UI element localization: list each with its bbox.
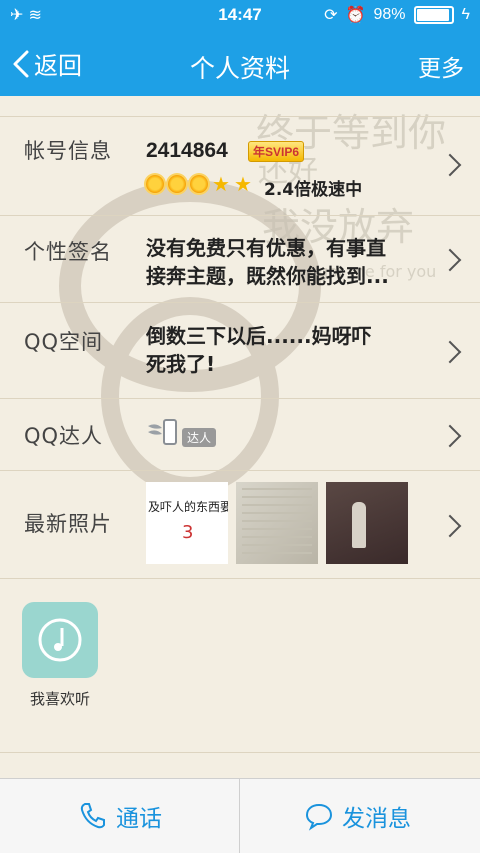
page-title: 个人资料 — [189, 54, 290, 83]
call-button[interactable]: 通话 — [78, 799, 162, 833]
photo-strip: 及吓人的东西要 3 — [146, 482, 408, 564]
chevron-right-icon — [438, 424, 462, 448]
sun-icon — [168, 175, 186, 193]
status-right: ⟳ ⏰ 98% ϟ — [324, 5, 470, 25]
rotation-lock-icon: ⟳ — [324, 7, 338, 24]
chevron-right-icon — [438, 340, 462, 364]
profile-content[interactable]: 终于等到你 还好 我没放弃 got me for you 帐号信息 241486… — [0, 96, 480, 778]
photo-thumbnail[interactable] — [326, 482, 408, 564]
account-info-label: 帐号信息 — [24, 139, 112, 163]
account-number: 2414864 — [146, 139, 228, 162]
signature-row[interactable]: 个性签名 没有免费只有优惠，有事直 接奔主题，既然你能找到... — [0, 214, 480, 303]
sun-icon — [146, 175, 164, 193]
battery-icon — [413, 6, 454, 24]
signature-line-1: 没有免费只有优惠，有事直 — [146, 236, 386, 260]
music-app-icon[interactable] — [22, 602, 98, 678]
phone-icon — [80, 803, 105, 829]
qq-talent-row[interactable]: QQ达人 达人 — [0, 398, 480, 471]
qzone-text: 倒数三下以后......妈呀吓 死我了! — [146, 322, 372, 378]
star-icon: ★ — [233, 172, 252, 196]
photo-thumbnail[interactable]: 及吓人的东西要 3 — [146, 482, 228, 564]
speed-text: 2.4倍极速中 — [264, 180, 363, 200]
qzone-line-2: 死我了! — [146, 352, 216, 376]
signature-line-2: 接奔主题，既然你能找到... — [146, 264, 389, 288]
alarm-icon: ⏰ — [345, 7, 366, 24]
qq-talent-label: QQ达人 — [24, 424, 104, 448]
level-icons: ★ ★ — [146, 172, 252, 196]
qzone-label: QQ空间 — [24, 330, 104, 354]
photo-thumbnail[interactable] — [236, 482, 318, 564]
music-label: 我喜欢听 — [29, 690, 90, 708]
svip-badge: 年SVIP6 — [248, 141, 305, 162]
photo-caption: 及吓人的东西要 — [148, 500, 228, 514]
latest-photos-row[interactable]: 最新照片 及吓人的东西要 3 — [0, 470, 480, 579]
account-info-row[interactable]: 帐号信息 2414864 年SVIP6 ★ ★ 2.4倍极速中 — [0, 116, 480, 216]
qzone-line-1: 倒数三下以后......妈呀吓 — [146, 324, 372, 348]
chevron-right-icon — [438, 153, 462, 177]
send-message-button[interactable]: 发消息 — [304, 799, 411, 833]
qzone-row[interactable]: QQ空间 倒数三下以后......妈呀吓 死我了! — [0, 302, 480, 399]
chevron-right-icon — [438, 514, 462, 538]
talent-badge: 达人 — [182, 428, 217, 447]
battery-percent: 98% — [373, 6, 406, 23]
send-message-label: 发消息 — [342, 806, 411, 832]
star-icon: ★ — [212, 172, 230, 196]
chevron-right-icon — [438, 248, 462, 272]
bottom-divider — [239, 779, 240, 853]
bottom-action-bar: 通话 发消息 — [0, 778, 480, 853]
sun-icon — [190, 175, 208, 193]
photo-number: 3 — [182, 522, 194, 543]
divider — [0, 752, 480, 753]
chat-bubble-icon — [305, 803, 333, 831]
more-button[interactable]: 更多 — [418, 49, 464, 83]
signature-text: 没有免费只有优惠，有事直 接奔主题，既然你能找到... — [146, 234, 389, 290]
latest-photos-label: 最新照片 — [24, 512, 112, 536]
signature-label: 个性签名 — [24, 240, 112, 264]
charging-icon: ϟ — [461, 6, 470, 23]
call-label: 通话 — [116, 806, 162, 832]
music-note-icon — [38, 618, 82, 662]
status-bar: ✈ ≋ 14:47 ⟳ ⏰ 98% ϟ — [0, 0, 480, 32]
navigation-bar: 返回 个人资料 更多 — [0, 32, 480, 96]
